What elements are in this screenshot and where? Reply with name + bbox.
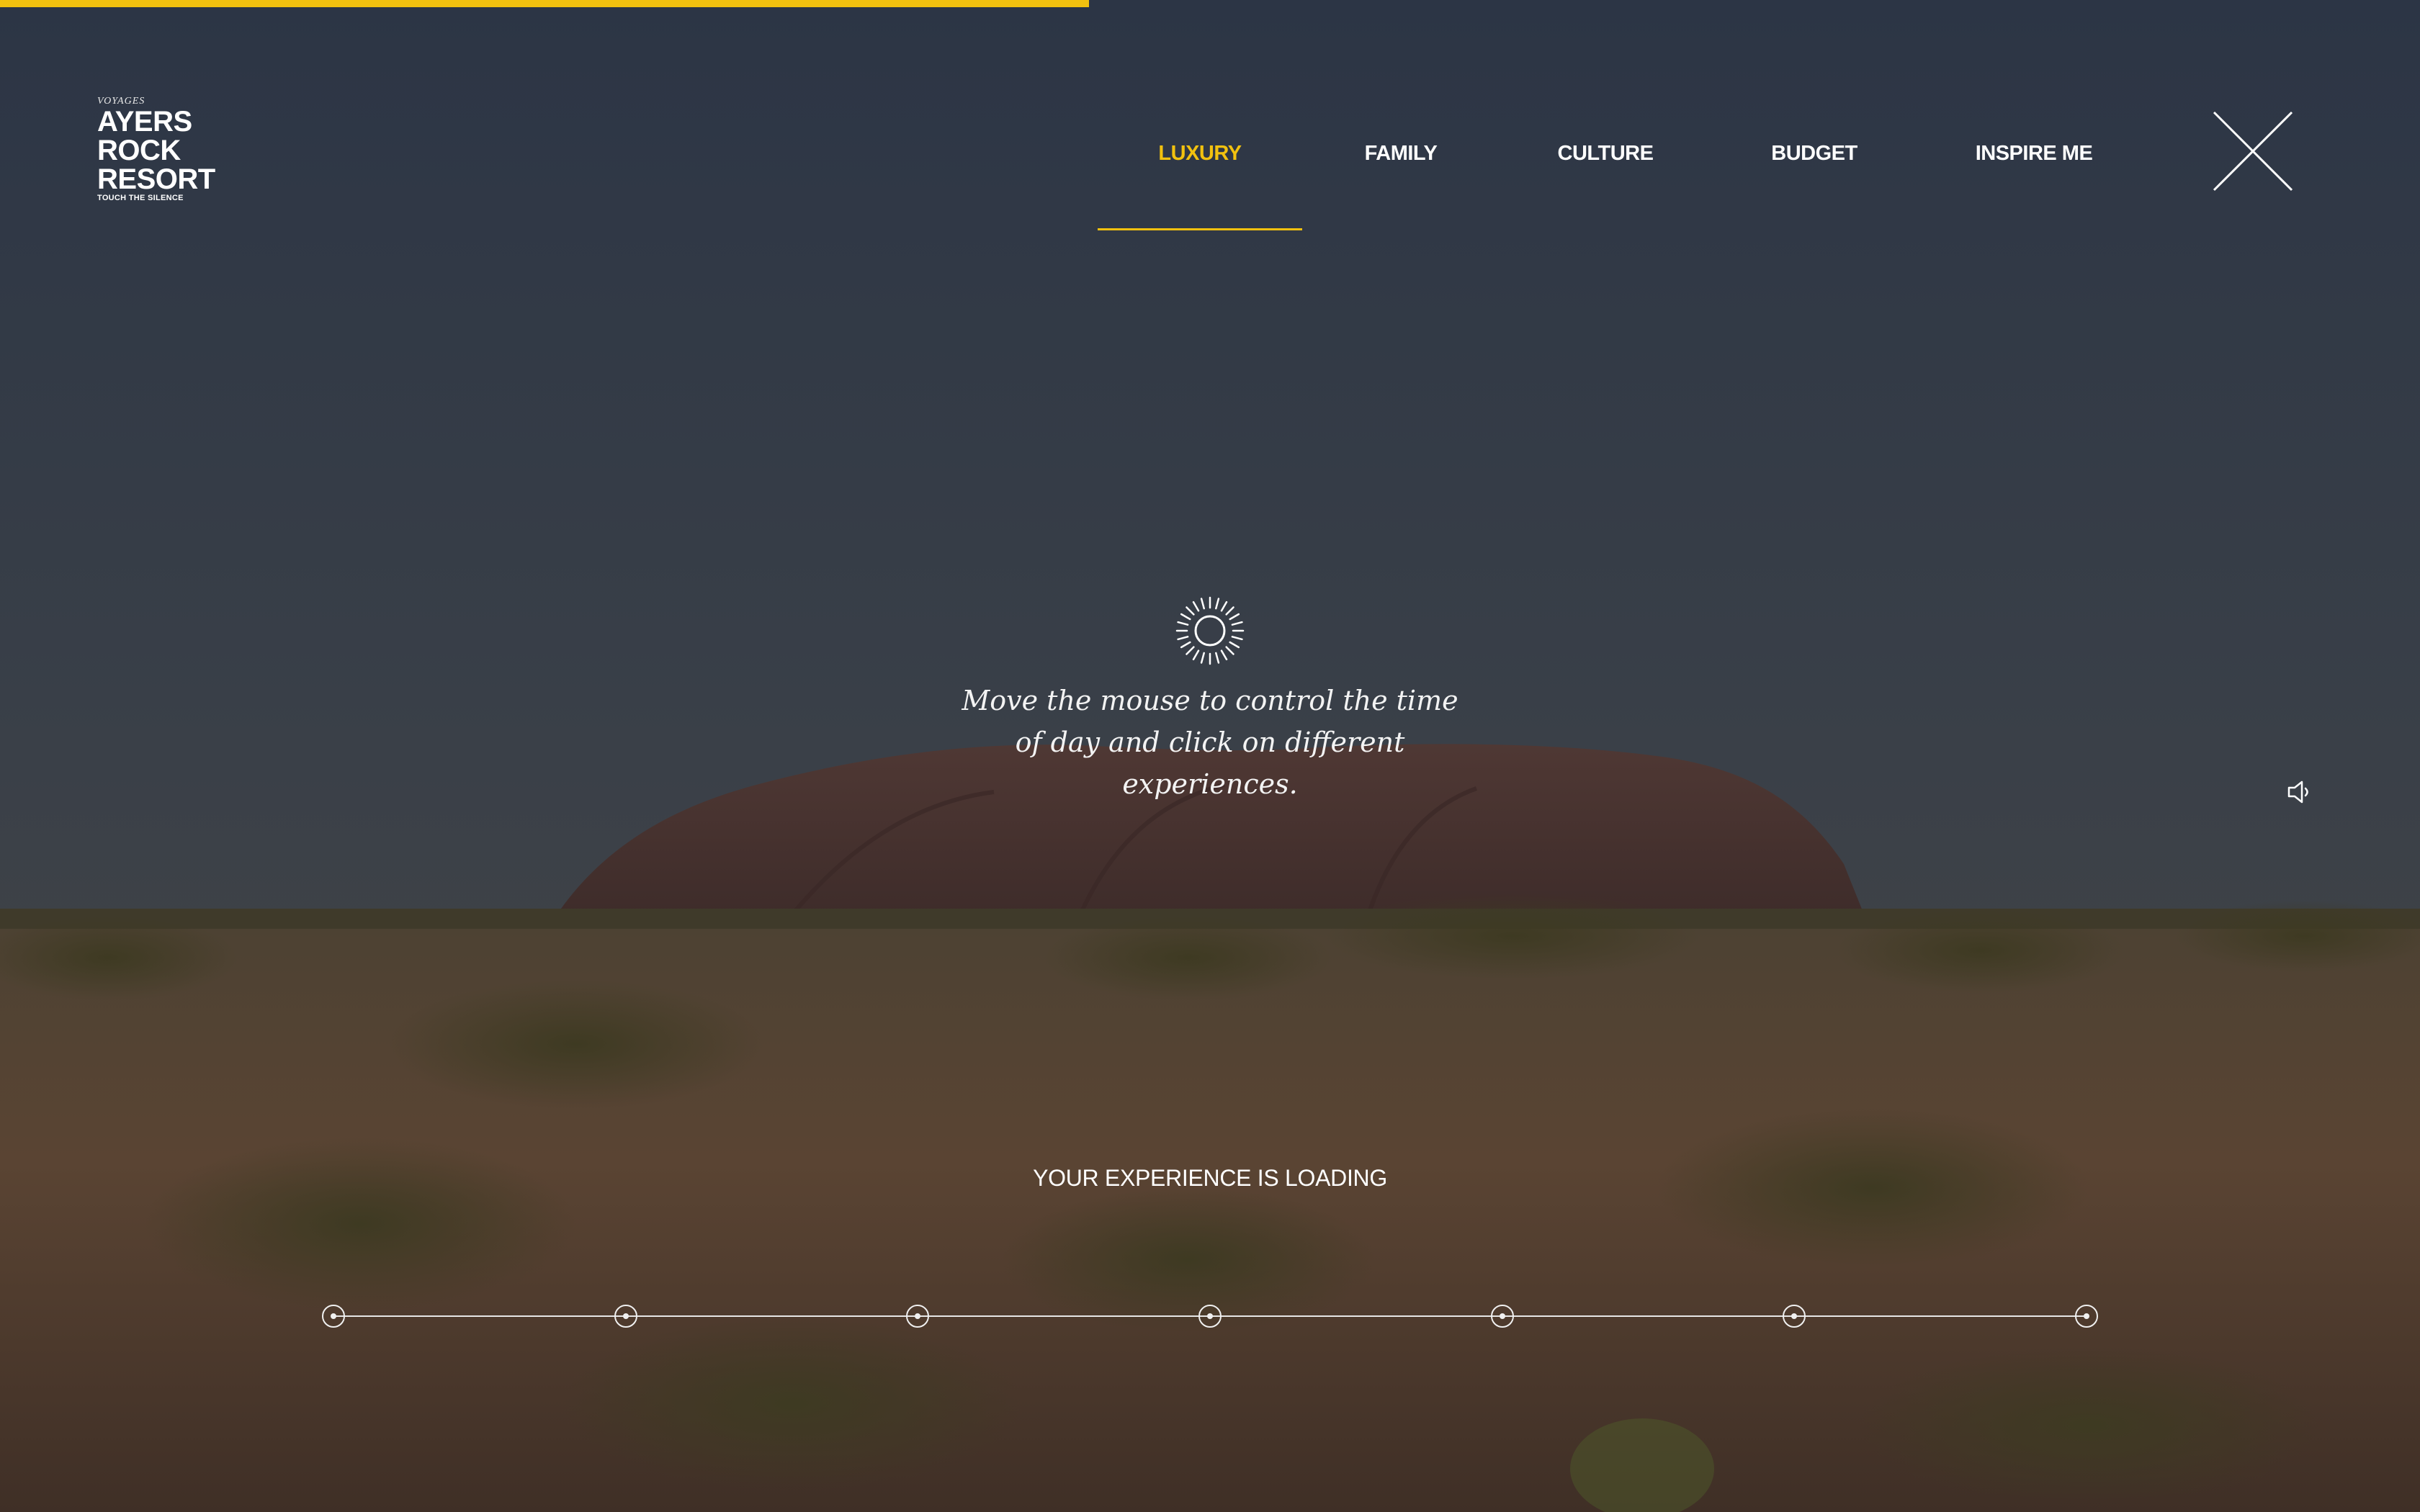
- timeline-node-3[interactable]: [906, 1305, 930, 1328]
- timeline-node-4[interactable]: [1198, 1305, 1222, 1328]
- nav-item-label: LUXURY: [1158, 142, 1242, 165]
- logo[interactable]: VOYAGES AYERS ROCK RESORT TOUCH THE SILE…: [97, 96, 220, 202]
- timeline-node-5[interactable]: [1490, 1305, 1514, 1328]
- sun-icon: [1175, 596, 1245, 665]
- logo-tagline: TOUCH THE SILENCE: [97, 194, 184, 202]
- close-icon: [2213, 111, 2293, 192]
- logo-overline: VOYAGES: [97, 96, 145, 107]
- speaker-icon: [2287, 780, 2308, 804]
- nav-active-underline: [1098, 228, 1302, 230]
- timeline-node-7[interactable]: [2075, 1305, 2098, 1328]
- loading-progress-bar: [0, 0, 1089, 7]
- logo-line-3: RESORT: [97, 163, 215, 195]
- timeline-node-6[interactable]: [1783, 1305, 1806, 1328]
- nav-item-family[interactable]: FAMILY: [1302, 130, 1500, 230]
- sound-toggle-button[interactable]: [2285, 776, 2316, 808]
- nav-item-luxury[interactable]: LUXURY: [1098, 130, 1302, 230]
- close-button[interactable]: [2210, 108, 2296, 194]
- timeline-node-1[interactable]: [322, 1305, 345, 1328]
- nav-item-label: FAMILY: [1364, 142, 1438, 165]
- nav-item-budget[interactable]: BUDGET: [1711, 130, 1917, 230]
- nav-item-culture[interactable]: CULTURE: [1500, 130, 1711, 230]
- logo-line-1: AYERS: [97, 106, 192, 138]
- nav-item-inspire-me[interactable]: INSPIRE ME: [1917, 130, 2151, 230]
- instruction-text: Move the mouse to control the time of da…: [962, 685, 1458, 800]
- nav-item-label: BUDGET: [1771, 142, 1857, 165]
- time-of-day-timeline: [310, 1296, 2110, 1336]
- timeline-node-2[interactable]: [614, 1305, 637, 1328]
- nav-item-label: CULTURE: [1557, 142, 1654, 165]
- logo-line-2: ROCK: [97, 135, 181, 166]
- nav-item-label: INSPIRE ME: [1975, 142, 2093, 165]
- loading-message: YOUR EXPERIENCE IS LOADING: [1033, 1165, 1387, 1191]
